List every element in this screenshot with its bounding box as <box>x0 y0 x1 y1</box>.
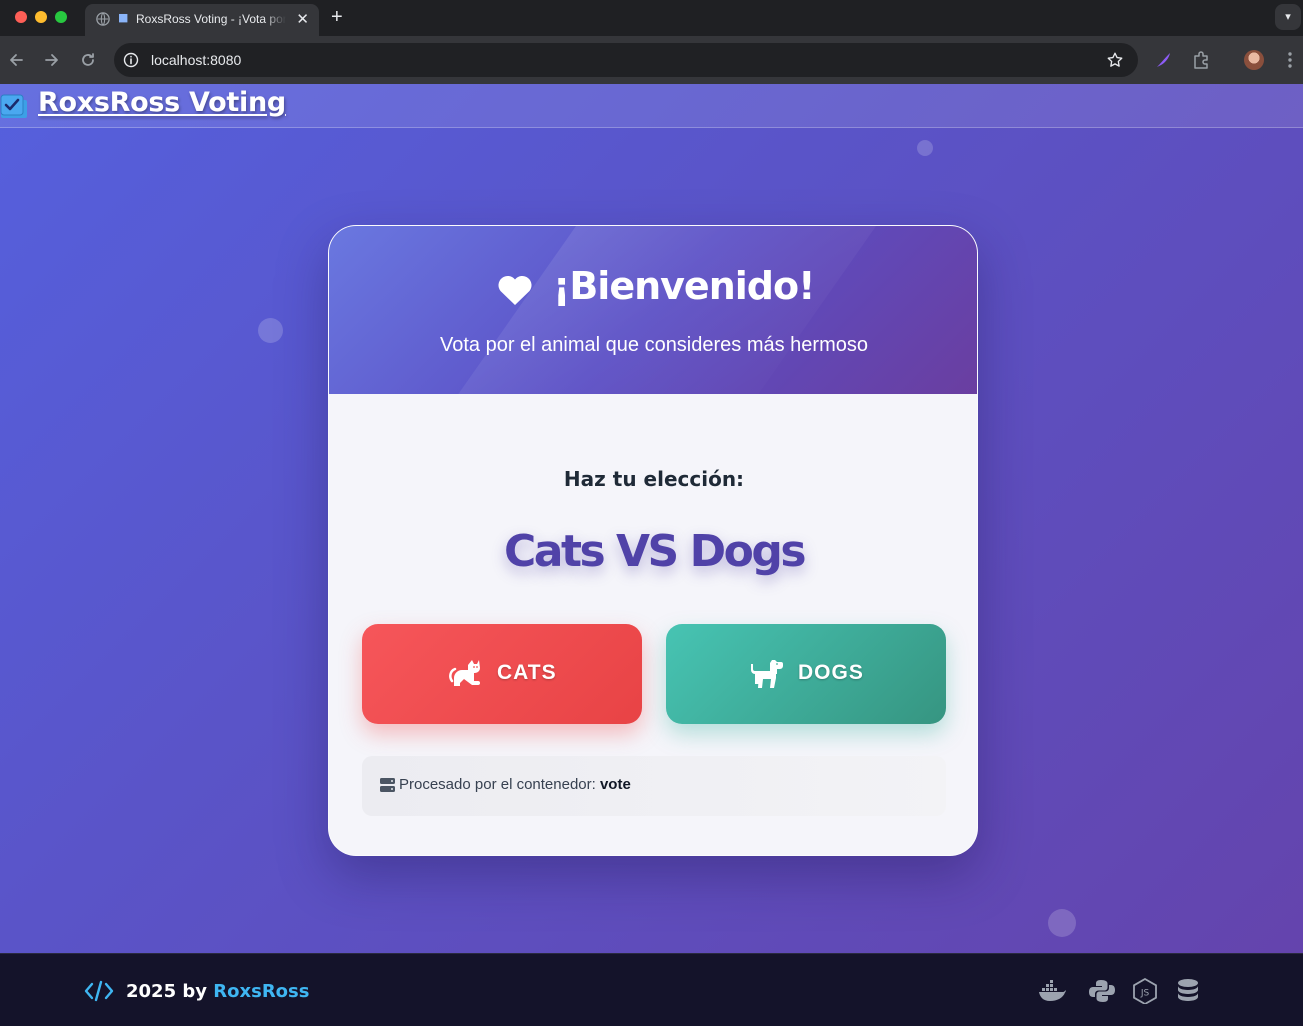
database-icon <box>1178 979 1198 1001</box>
server-icon <box>380 778 395 792</box>
choice-prompt: Haz tu elección: <box>563 467 745 491</box>
decorative-bubble <box>258 318 283 343</box>
bookmark-star-icon[interactable] <box>1106 51 1124 69</box>
python-icon <box>1089 980 1115 1002</box>
window-close-button[interactable] <box>15 11 27 23</box>
footer-credit: 2025 by RoxsRoss <box>126 981 309 1002</box>
container-info-label: Procesado por el contenedor: <box>399 776 596 793</box>
window-minimize-button[interactable] <box>35 11 47 23</box>
extensions-puzzle-icon[interactable] <box>1191 50 1211 70</box>
heart-icon <box>498 275 532 305</box>
container-info-text: Procesado por el contenedor: vote <box>399 776 631 793</box>
tab-close-icon[interactable]: ✕ <box>296 10 309 28</box>
browser-toolbar: localhost:8080 <box>0 36 1303 84</box>
back-icon[interactable] <box>6 50 26 70</box>
decorative-bubble <box>917 140 933 156</box>
site-brand-link[interactable]: RoxsRoss Voting <box>38 87 286 118</box>
browser-tab-bar: ■ RoxsRoss Voting - ¡Vota por ✕ + ▾ <box>0 0 1303 36</box>
window-maximize-button[interactable] <box>55 11 67 23</box>
welcome-subtitle: Vota por el animal que consideres más he… <box>439 334 868 356</box>
profile-avatar[interactable] <box>1244 50 1264 70</box>
ballot-box-icon: ■ <box>118 11 129 24</box>
footer-author: RoxsRoss <box>213 981 310 1002</box>
forward-icon[interactable] <box>42 50 62 70</box>
footer-year: 2025 by <box>126 981 207 1002</box>
site-info-icon[interactable] <box>123 52 139 68</box>
code-icon <box>84 980 114 1002</box>
matchup-title: Cats VS Dogs <box>503 526 807 577</box>
header-shine <box>407 226 891 394</box>
browser-menu-icon[interactable] <box>1284 50 1296 70</box>
site-footer: 2025 by RoxsRoss JS <box>0 953 1303 1026</box>
card-header: ¡Bienvenido! Vota por el animal que cons… <box>329 226 977 394</box>
new-tab-button[interactable]: + <box>331 6 343 29</box>
dogs-label: DOGS <box>798 661 864 684</box>
nodejs-icon: JS <box>1133 978 1157 1004</box>
cats-label: CATS <box>497 661 557 684</box>
url-text[interactable]: localhost:8080 <box>151 52 241 68</box>
dog-icon <box>751 660 783 688</box>
tab-title: RoxsRoss Voting - ¡Vota por <box>136 12 286 26</box>
voting-card: ¡Bienvenido! Vota por el animal que cons… <box>328 225 978 856</box>
container-info: Procesado por el contenedor: vote <box>362 756 946 816</box>
browser-tab[interactable]: ■ RoxsRoss Voting - ¡Vota por ✕ <box>85 4 319 36</box>
vote-cats-button[interactable]: CATS <box>362 624 642 724</box>
container-name: vote <box>599 776 631 793</box>
address-bar[interactable]: localhost:8080 <box>114 43 1138 77</box>
page-viewport: RoxsRoss Voting ¡Bienvenido! Vota por el… <box>0 84 1303 953</box>
feather-extension-icon[interactable] <box>1153 50 1173 70</box>
cat-icon <box>449 660 480 686</box>
globe-icon <box>96 12 110 26</box>
ballot-check-icon <box>0 94 27 118</box>
docker-icon <box>1039 980 1066 1001</box>
site-navbar: RoxsRoss Voting <box>0 84 1303 128</box>
welcome-title: ¡Bienvenido! <box>553 264 815 308</box>
vote-dogs-button[interactable]: DOGS <box>666 624 946 724</box>
decorative-bubble <box>1048 909 1076 937</box>
reload-icon[interactable] <box>78 50 98 70</box>
svg-text:JS: JS <box>1140 989 1150 999</box>
tab-search-button[interactable]: ▾ <box>1275 4 1301 30</box>
